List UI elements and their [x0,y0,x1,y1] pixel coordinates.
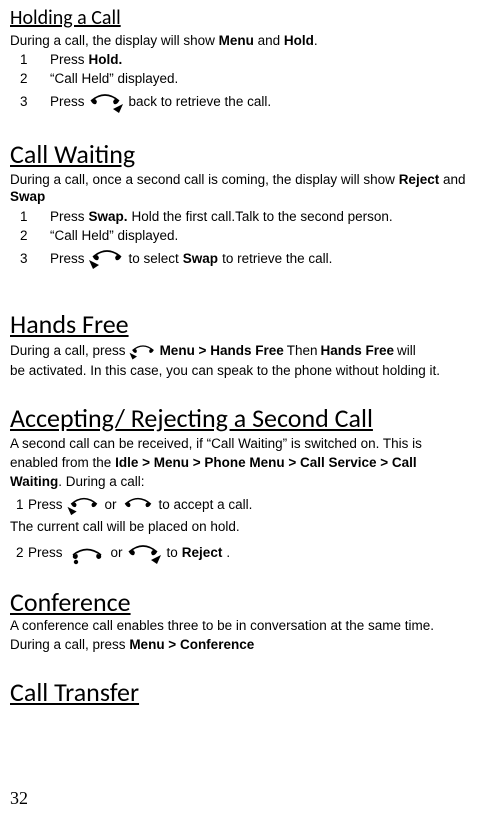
step-body: Press back to retrieve the call. [50,91,495,115]
text-bold: Hold. [89,52,123,69]
text: to select [129,251,179,268]
reject-step-2: 2 Press or to Reject. [10,542,495,566]
text-bold: Waiting [10,474,58,489]
heading-accept-reject: Accepting/ Rejecting a Second Call [10,402,495,435]
call-waiting-step-2: 2 “Call Held” displayed. [10,227,495,245]
text: and [439,172,465,187]
text: . During a call: [58,474,144,489]
heading-call-transfer: Call Transfer [10,676,495,709]
text-bold: Swap [10,189,45,204]
text: Press [50,94,85,111]
hands-free-line: During a call, press Menu > Hands Free T… [10,343,495,361]
text: or [105,497,117,514]
text: “Call Held” displayed. [50,228,178,245]
text: Press [50,251,85,268]
text: Press [50,209,85,226]
text-bold: Idle > Menu > Phone Menu > Call Service … [115,455,417,470]
text: to [167,545,178,562]
text: and [254,33,284,48]
accept-reject-intro-l2: enabled from the Idle > Menu > Phone Men… [10,455,495,472]
step-body: Press Hold. [50,52,495,69]
step-number: 1 [10,209,50,226]
step-number: 2 [10,228,50,245]
manual-page: Holding a Call During a call, the displa… [0,0,503,819]
holding-step-3: 3 Press back to retrieve the call. [10,90,495,116]
step-body: Press to select Swap to retrieve the cal… [50,247,495,271]
call-waiting-intro: During a call, once a second call is com… [10,172,495,206]
step-number: 3 [10,251,50,268]
call-key-icon [121,495,155,517]
text: Press [50,52,85,69]
hands-free-line-2: be activated. In this case, you can spea… [10,363,495,380]
text: During a call, the display will show [10,33,219,48]
text: enabled from the [10,455,115,470]
step-body: “Call Held” displayed. [50,228,495,245]
text: Press [28,545,63,562]
text: back to retrieve the call. [129,94,272,111]
text: . [226,545,230,562]
accept-reject-intro-l1: A second call can be received, if “Call … [10,436,495,453]
step-body: Press Swap. Hold the first call.Talk to … [50,209,495,226]
softkey-left-icon [67,495,101,517]
holding-intro: During a call, the display will show Men… [10,33,495,50]
text: will [397,343,416,360]
text-bold: Reject [182,545,223,562]
heading-call-waiting: Call Waiting [10,138,495,171]
step-number: 2 [10,71,50,88]
step-number: 2 [10,545,24,562]
holding-step-2: 2 “Call Held” displayed. [10,71,495,89]
accept-hold-note: The current call will be placed on hold. [10,519,495,536]
conference-line-2: During a call, press Menu > Conference [10,637,495,654]
call-waiting-step-3: 3 Press to select Swap to retrieve the c… [10,246,495,272]
text: During a call, press [10,343,126,360]
end-call-icon [67,542,107,566]
step-number: 1 [10,52,50,69]
softkey-right-icon [127,542,163,566]
text-bold: Menu > Conference [129,637,254,652]
heading-hands-free: Hands Free [10,308,495,341]
accept-reject-intro-l3: Waiting. During a call: [10,474,495,491]
text: During a call, press [10,637,129,652]
heading-holding-a-call: Holding a Call [10,6,495,31]
text-bold: Reject [399,172,440,187]
call-waiting-step-1: 1 Press Swap. Hold the first call.Talk t… [10,208,495,226]
text: to retrieve the call. [222,251,332,268]
text-bold: Swap [183,251,218,268]
text-bold: Swap. [89,209,128,226]
text: or [111,545,123,562]
accept-step-1: 1 Press or to accept a call. [10,495,495,517]
text-bold: Menu [219,33,254,48]
text-bold: Hands Free [321,343,395,360]
text: Hold the first call.Talk to the second p… [132,209,393,226]
text: to accept a call. [159,497,253,514]
text: “Call Held” displayed. [50,71,178,88]
step-number: 1 [10,497,24,514]
softkey-right-icon [89,91,125,115]
page-number: 32 [10,787,28,810]
holding-step-1: 1 Press Hold. [10,52,495,70]
softkey-left-icon [89,247,125,271]
heading-conference: Conference [10,586,495,619]
text-bold: Hold [284,33,314,48]
text: . [314,33,318,48]
step-body: “Call Held” displayed. [50,71,495,88]
text: Then [287,343,318,360]
step-number: 3 [10,94,50,111]
text-bold: Menu > Hands Free [160,343,284,360]
text: Press [28,497,63,514]
conference-line-1: A conference call enables three to be in… [10,618,495,635]
softkey-left-icon [129,343,157,361]
text: During a call, once a second call is com… [10,172,399,187]
